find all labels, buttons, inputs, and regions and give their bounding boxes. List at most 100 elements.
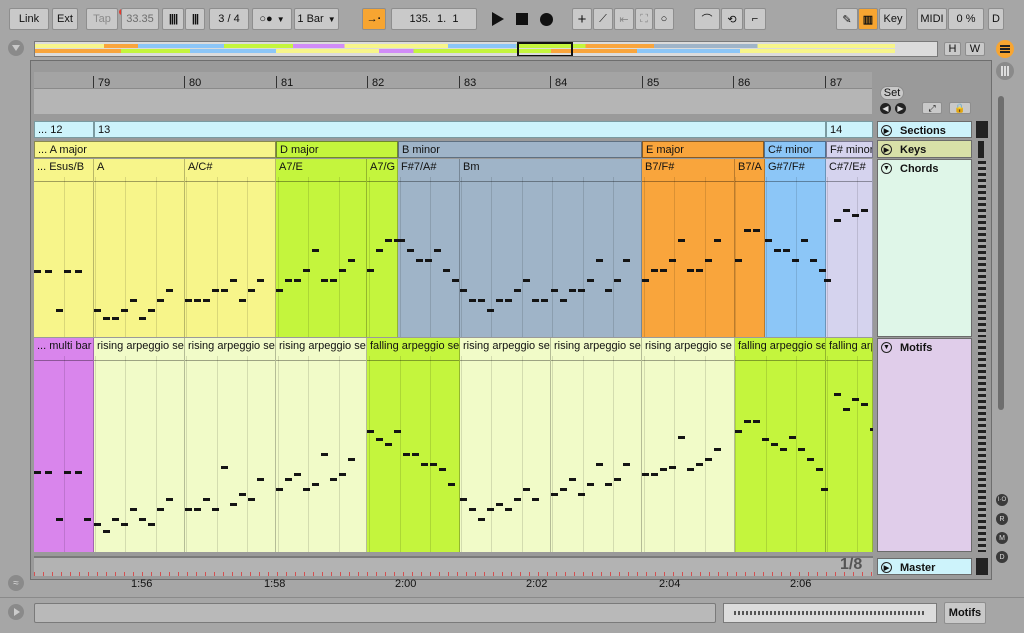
midi-note[interactable] bbox=[194, 508, 201, 511]
play-icon[interactable]: ▶ bbox=[881, 144, 892, 155]
midi-note[interactable] bbox=[614, 279, 621, 282]
w-button[interactable]: W bbox=[965, 42, 985, 56]
midi-note[interactable] bbox=[130, 299, 137, 302]
midi-note[interactable] bbox=[843, 209, 850, 212]
midi-note[interactable] bbox=[771, 443, 778, 446]
midi-note[interactable] bbox=[532, 299, 539, 302]
midi-note[interactable] bbox=[203, 498, 210, 501]
io-toggle-icon[interactable]: I·O bbox=[996, 494, 1008, 506]
midi-note[interactable] bbox=[753, 420, 760, 423]
midi-note[interactable] bbox=[735, 259, 742, 262]
midi-note[interactable] bbox=[678, 239, 685, 242]
pencil-button[interactable]: ✎ bbox=[836, 8, 858, 30]
midi-note[interactable] bbox=[744, 229, 751, 232]
motif-clip[interactable]: rising arpeggio se bbox=[276, 338, 367, 552]
motif-clip[interactable]: falling arp bbox=[826, 338, 873, 552]
chord-clip[interactable]: A7/E bbox=[276, 159, 367, 337]
fold-arrow-icon[interactable]: ▼ bbox=[881, 342, 892, 353]
midi-note[interactable] bbox=[696, 463, 703, 466]
midi-note[interactable] bbox=[861, 403, 868, 406]
midi-note[interactable] bbox=[623, 463, 630, 466]
play-icon[interactable] bbox=[492, 12, 504, 26]
midi-note[interactable] bbox=[312, 483, 319, 486]
midi-note[interactable] bbox=[714, 448, 721, 451]
midi-note[interactable] bbox=[148, 523, 155, 526]
chord-clip[interactable]: A7/G bbox=[367, 159, 398, 337]
midi-note[interactable] bbox=[212, 508, 219, 511]
motif-clip[interactable]: rising arpeggio se bbox=[551, 338, 642, 552]
key-clip[interactable]: F# minor bbox=[826, 141, 873, 158]
link-button[interactable]: Link bbox=[9, 8, 49, 30]
midi-note[interactable] bbox=[221, 466, 228, 469]
midi-note[interactable] bbox=[560, 488, 567, 491]
expand-detail-button[interactable] bbox=[8, 604, 24, 620]
chord-clip[interactable]: B7/A bbox=[735, 159, 765, 337]
midi-note[interactable] bbox=[130, 508, 137, 511]
previous-locator-icon[interactable]: ◀ bbox=[880, 103, 891, 114]
midi-note[interactable] bbox=[523, 488, 530, 491]
midi-note[interactable] bbox=[560, 299, 567, 302]
motif-clip[interactable]: falling arpeggio se bbox=[367, 338, 460, 552]
midi-note[interactable] bbox=[285, 478, 292, 481]
tap-button[interactable]: Tap bbox=[86, 8, 118, 30]
midi-note[interactable] bbox=[660, 269, 667, 272]
midi-note[interactable] bbox=[614, 478, 621, 481]
track-header-keys[interactable]: ▶ Keys bbox=[877, 140, 972, 158]
key-clip[interactable]: D major bbox=[276, 141, 398, 158]
midi-note[interactable] bbox=[412, 453, 419, 456]
midi-note[interactable] bbox=[810, 259, 817, 262]
chord-clip[interactable]: F#7/A# bbox=[398, 159, 460, 337]
midi-note[interactable] bbox=[376, 438, 383, 441]
midi-note[interactable] bbox=[139, 518, 146, 521]
midi-note[interactable] bbox=[294, 473, 301, 476]
midi-note[interactable] bbox=[514, 289, 521, 292]
chords-lane[interactable]: ... Esus/B A A/C# A7/E A7/G F#7/A# Bm B7… bbox=[34, 159, 873, 337]
automation-toggle-icon[interactable]: ≈ bbox=[8, 575, 24, 591]
midi-note[interactable] bbox=[139, 317, 146, 320]
chord-clip[interactable]: A/C# bbox=[185, 159, 276, 337]
record-icon[interactable] bbox=[540, 13, 553, 26]
midi-note[interactable] bbox=[239, 493, 246, 496]
detail-preview[interactable] bbox=[723, 603, 937, 623]
midi-note[interactable] bbox=[541, 299, 548, 302]
keyboard-button[interactable]: ▥ bbox=[858, 8, 878, 30]
midi-note[interactable] bbox=[321, 279, 328, 282]
midi-note[interactable] bbox=[103, 530, 110, 533]
midi-note[interactable] bbox=[569, 289, 576, 292]
midi-note[interactable] bbox=[339, 473, 346, 476]
chord-clip[interactable]: C#7/E# bbox=[826, 159, 873, 337]
midi-note[interactable] bbox=[157, 299, 164, 302]
midi-note[interactable] bbox=[596, 259, 603, 262]
midi-note[interactable] bbox=[166, 289, 173, 292]
midi-note[interactable] bbox=[166, 498, 173, 501]
midi-note[interactable] bbox=[783, 249, 790, 252]
midi-note[interactable] bbox=[407, 249, 414, 252]
midi-note[interactable] bbox=[651, 269, 658, 272]
midi-note[interactable] bbox=[385, 239, 392, 242]
midi-note[interactable] bbox=[312, 249, 319, 252]
time-signature-field[interactable]: 3 / 4 bbox=[209, 8, 249, 30]
key-map-button[interactable]: Key bbox=[879, 8, 907, 30]
midi-note[interactable] bbox=[248, 498, 255, 501]
midi-note[interactable] bbox=[605, 483, 612, 486]
midi-note[interactable] bbox=[687, 468, 694, 471]
motif-clip[interactable]: falling arpeggio se bbox=[735, 338, 826, 552]
midi-note[interactable] bbox=[112, 518, 119, 521]
midi-note[interactable] bbox=[714, 239, 721, 242]
midi-note[interactable] bbox=[578, 289, 585, 292]
midi-note[interactable] bbox=[514, 498, 521, 501]
midi-note[interactable] bbox=[321, 453, 328, 456]
vertical-scrollbar[interactable] bbox=[998, 96, 1004, 410]
midi-note[interactable] bbox=[194, 299, 201, 302]
d-button[interactable]: D bbox=[988, 8, 1004, 30]
quantize-menu[interactable]: 1 Bar ▼ bbox=[294, 8, 339, 30]
midi-note[interactable] bbox=[84, 518, 91, 521]
midi-note[interactable] bbox=[285, 279, 292, 282]
midi-note[interactable] bbox=[330, 478, 337, 481]
midi-note[interactable] bbox=[348, 458, 355, 461]
track-header-motifs[interactable]: ▼ Motifs bbox=[877, 338, 972, 552]
midi-note[interactable] bbox=[605, 289, 612, 292]
midi-note[interactable] bbox=[807, 458, 814, 461]
midi-note[interactable] bbox=[339, 269, 346, 272]
midi-note[interactable] bbox=[870, 428, 873, 431]
